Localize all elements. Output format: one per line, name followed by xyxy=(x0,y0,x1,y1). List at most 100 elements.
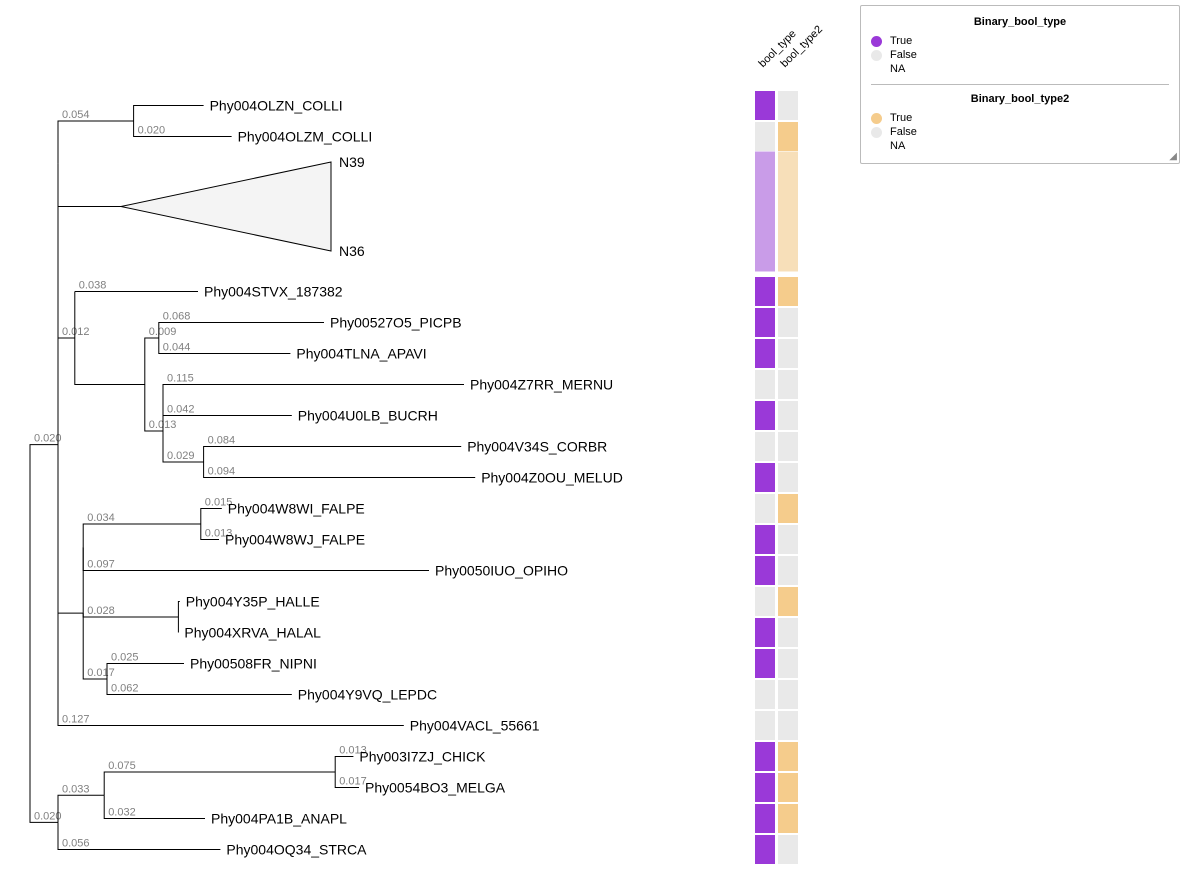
annotation-cell-bool-type2 xyxy=(778,680,798,709)
leaf-label[interactable]: Phy004TLNA_APAVI xyxy=(296,346,426,362)
leaf-label[interactable]: Phy004XRVA_HALAL xyxy=(184,625,321,641)
leaf-label[interactable]: Phy003I7ZJ_CHICK xyxy=(359,749,486,765)
annotation-cell-bool-type2 xyxy=(778,773,798,802)
annotation-cell-bool-type xyxy=(755,649,775,678)
leaf-label[interactable]: Phy004W8WI_FALPE xyxy=(228,501,365,517)
collapsed-clade-label-top: N39 xyxy=(339,154,365,170)
branch-length-label: 0.017 xyxy=(339,776,367,788)
legend-row-na-2: NA xyxy=(871,139,1169,153)
annotation-cell-bool-type xyxy=(755,401,775,430)
legend-panel: Binary_bool_type True False NA Binary_bo… xyxy=(860,5,1180,164)
legend-row-na-1: NA xyxy=(871,62,1169,76)
tree-edge xyxy=(30,445,58,634)
annotation-cell-bool-type2 xyxy=(778,556,798,585)
annotation-cell-bool-type xyxy=(755,432,775,461)
leaf-label[interactable]: Phy004OLZM_COLLI xyxy=(238,129,373,145)
annotation-cell-bool-type xyxy=(755,91,775,120)
annotation-cell-bool-type xyxy=(755,618,775,647)
branch-length-label: 0.020 xyxy=(138,125,166,137)
annotation-cell-bool-type xyxy=(755,525,775,554)
branch-length-label: 0.097 xyxy=(87,559,115,571)
branch-length-label: 0.009 xyxy=(149,326,177,338)
tree-edge xyxy=(75,338,145,385)
annotation-cell-bool-type2 xyxy=(778,401,798,430)
annotation-cell-bool-type xyxy=(755,463,775,492)
annotation-cell-bool-type xyxy=(755,308,775,337)
annotation-cell-bool-type2 xyxy=(778,91,798,120)
branch-length-label: 0.033 xyxy=(62,783,90,795)
branch-length-label: 0.084 xyxy=(208,435,236,447)
annotation-cell-bool-type xyxy=(755,556,775,585)
annotation-cell-bool-type2 xyxy=(778,804,798,833)
branch-length-label: 0.068 xyxy=(163,311,191,323)
annotation-cell-bool-type xyxy=(755,804,775,833)
leaf-label[interactable]: Phy004Y9VQ_LEPDC xyxy=(298,687,437,703)
branch-length-label: 0.025 xyxy=(111,652,139,664)
legend-label-false-1: False xyxy=(890,49,917,61)
annotation-cell-bool-type2 xyxy=(778,494,798,523)
leaf-label[interactable]: Phy004VACL_55661 xyxy=(410,718,540,734)
leaf-label[interactable]: Phy004Y35P_HALLE xyxy=(186,594,320,610)
annotation-cell-bool-type2 xyxy=(778,277,798,306)
branch-length-label: 0.127 xyxy=(62,714,90,726)
annotation-cell-bool-type xyxy=(755,122,775,151)
annotation-cell-bool-type2 xyxy=(778,370,798,399)
collapsed-clade[interactable] xyxy=(121,162,331,251)
annotation-cell-bool-type2 xyxy=(778,525,798,554)
annotation-cell-bool-type2 xyxy=(778,649,798,678)
legend-label-na-1: NA xyxy=(890,63,905,75)
tree-edge xyxy=(107,664,184,680)
leaf-label[interactable]: Phy004Z7RR_MERNU xyxy=(470,377,613,393)
legend-title-2: Binary_bool_type2 xyxy=(871,93,1169,105)
legend-row-true-1: True xyxy=(871,34,1169,48)
legend-swatch-grey-1 xyxy=(871,50,882,61)
tree-edge xyxy=(58,795,104,822)
tree-edge xyxy=(159,323,324,339)
leaf-label[interactable]: Phy004OQ34_STRCA xyxy=(226,842,367,858)
branch-length-label: 0.017 xyxy=(87,667,115,679)
tree-edge xyxy=(58,445,404,726)
leaf-label[interactable]: Phy0050IUO_OPIHO xyxy=(435,563,568,579)
tree-edge xyxy=(58,445,83,614)
branch-length-label: 0.028 xyxy=(87,605,115,617)
legend-label-na-2: NA xyxy=(890,140,905,152)
branch-length-label: 0.042 xyxy=(167,404,195,416)
annotation-cell-bool-type2 xyxy=(778,618,798,647)
legend-row-false-1: False xyxy=(871,48,1169,62)
legend-swatch-orange xyxy=(871,113,882,124)
legend-label-true-1: True xyxy=(890,35,912,47)
tree-edge xyxy=(145,338,159,385)
leaf-label[interactable]: Phy004V34S_CORBR xyxy=(467,439,607,455)
leaf-label[interactable]: Phy004U0LB_BUCRH xyxy=(298,408,438,424)
tree-edge xyxy=(204,462,476,478)
collapsed-clade-label-bottom: N36 xyxy=(339,243,365,259)
tree-edge xyxy=(104,772,335,795)
leaf-label[interactable]: Phy004Z0OU_MELUD xyxy=(481,470,623,486)
tree-edge xyxy=(83,547,429,570)
leaf-label[interactable]: Phy004PA1B_ANAPL xyxy=(211,811,347,827)
annotation-cell-bool-type xyxy=(755,339,775,368)
branch-length-label: 0.034 xyxy=(87,512,115,524)
annotation-cell-bool-type xyxy=(755,742,775,771)
annotation-cell-bool-type xyxy=(755,494,775,523)
leaf-label[interactable]: Phy004W8WJ_FALPE xyxy=(225,532,365,548)
annotation-cell-bool-type2 xyxy=(778,339,798,368)
leaf-label[interactable]: Phy00527O5_PICPB xyxy=(330,315,462,331)
leaf-label[interactable]: Phy004STVX_187382 xyxy=(204,284,343,300)
branch-length-label: 0.115 xyxy=(167,373,194,385)
tree-edge xyxy=(58,338,75,445)
branch-length-label: 0.020 xyxy=(34,810,62,822)
tree-edge xyxy=(30,634,58,823)
resize-icon[interactable]: ◢ xyxy=(1169,151,1177,162)
annotation-cell-bool-type xyxy=(755,680,775,709)
branch-length-label: 0.075 xyxy=(108,760,136,772)
annotation-cell-bool-type xyxy=(755,587,775,616)
leaf-label[interactable]: Phy004OLZN_COLLI xyxy=(210,98,343,114)
leaf-label[interactable]: Phy00508FR_NIPNI xyxy=(190,656,317,672)
tree-edge xyxy=(58,121,134,164)
annotation-cell-bool-type xyxy=(755,835,775,864)
legend-title-1: Binary_bool_type xyxy=(871,16,1169,28)
tree-edge xyxy=(335,757,353,773)
legend-label-true-2: True xyxy=(890,112,912,124)
leaf-label[interactable]: Phy0054BO3_MELGA xyxy=(365,780,506,796)
